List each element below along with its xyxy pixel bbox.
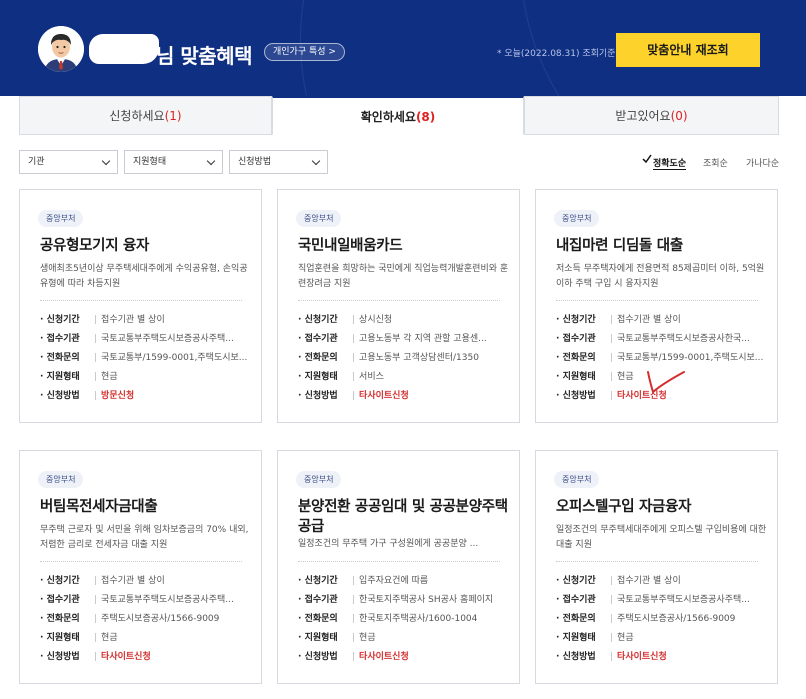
refresh-button[interactable]: 맞춤안내 재조회	[616, 33, 760, 67]
benefit-card[interactable]: 중앙부처 오피스텔구입 자금융자 일정조건의 무주택세대주에게 오피스텔 구입비…	[535, 450, 778, 684]
chevron-down-icon	[311, 156, 321, 166]
info-phone: 전화문의|국토교통부/1599-0001,주택도시보...	[556, 349, 771, 368]
header-banner: 님 맞춤혜택 개인가구 특성 > * 오늘(2022.08.31) 조회기준 맞…	[0, 0, 806, 96]
benefit-card[interactable]: 중앙부처 공유형모기지 융자 생애최초5년이상 무주택세대주에게 수익공유형, …	[19, 189, 262, 423]
divider	[298, 561, 500, 562]
benefit-card[interactable]: 중앙부처 버팀목전세자금대출 무주택 근로자 및 서민을 위해 임차보증금의 7…	[19, 450, 262, 684]
info-agency: 접수기관|국토교통부주택도시보증공사주택...	[40, 330, 255, 349]
card-title[interactable]: 내집마련 디딤돌 대출	[556, 236, 766, 256]
card-title[interactable]: 분양전환 공공임대 및 공공분양주택공급	[298, 497, 508, 537]
tab-count: (8)	[415, 110, 436, 124]
handwritten-check-mark	[647, 371, 685, 394]
user-avatar-icon	[38, 26, 84, 72]
card-description: 생애최초5년이상 무주택세대주에게 수익공유형, 손익공유형에 따라 차등지원	[40, 264, 248, 289]
tab-label: 받고있어요	[615, 109, 671, 123]
category-tag: 중앙부처	[554, 210, 600, 227]
avatar	[38, 26, 84, 72]
card-info: 신청기간|접수기관 별 상이 접수기관|국토교통부주택도시보증공사주택... 전…	[40, 572, 255, 667]
category-tag: 중앙부처	[296, 210, 342, 227]
sort-alphabetical[interactable]: 가나다순	[746, 156, 779, 169]
apply-method-filter-select[interactable]: 신청방법	[229, 150, 328, 174]
card-info: 신청기간|접수기관 별 상이 접수기관|국토교통부주택도시보증공사주택... 전…	[40, 311, 255, 406]
tab-label: 신청하세요	[109, 109, 165, 123]
divider	[40, 300, 242, 301]
sort-accuracy[interactable]: 정확도순	[653, 156, 687, 170]
info-period: 신청기간|상시신청	[298, 311, 513, 330]
category-tag: 중앙부처	[296, 471, 342, 488]
sort-views[interactable]: 조회순	[703, 156, 728, 169]
info-period: 신청기간|접수기관 별 상이	[40, 572, 255, 591]
info-type: 지원형태|서비스	[298, 368, 513, 387]
check-icon	[642, 154, 652, 164]
card-description: 무주택 근로자 및 서민을 위해 임차보증금의 70% 내외, 저렴한 금리로 …	[40, 525, 249, 550]
benefit-card[interactable]: 중앙부처 국민내일배움카드 직업훈련을 희망하는 국민에게 직업능력개발훈련비와…	[277, 189, 520, 423]
agency-filter-select[interactable]: 기관	[19, 150, 118, 174]
card-description: 일정조건의 무주택세대주에게 오피스텔 구입비용에 대한 대출 지원	[556, 525, 767, 550]
info-agency: 접수기관|고용노동부 각 지역 관할 고용센...	[298, 330, 513, 349]
select-value: 지원형태	[133, 157, 167, 167]
info-method: 신청방법|방문신청	[40, 387, 255, 406]
info-method: 신청방법|타사이트신청	[556, 648, 771, 667]
info-period: 신청기간|접수기관 별 상이	[40, 311, 255, 330]
select-value: 기관	[28, 157, 45, 167]
household-profile-link[interactable]: 개인가구 특성 >	[264, 43, 345, 61]
redacted-name	[89, 34, 159, 64]
divider	[298, 300, 500, 301]
tab-count: (1)	[164, 109, 182, 123]
info-phone: 전화문의|고용노동부 고객상담센터/1350	[298, 349, 513, 368]
info-method: 신청방법|타사이트신청	[298, 648, 513, 667]
tab-check[interactable]: 확인하세요(8)	[272, 96, 524, 135]
tab-count: (0)	[670, 109, 688, 123]
info-agency: 접수기관|한국토지주택공사 SH공사 홈페이지	[298, 591, 513, 610]
info-agency: 접수기관|국토교통부주택도시보증공사주택...	[556, 591, 771, 610]
query-date-text: * 오늘(2022.08.31) 조회기준	[497, 49, 616, 59]
info-type: 지원형태|현금	[556, 629, 771, 648]
category-tag: 중앙부처	[38, 471, 84, 488]
info-type: 지원형태|현금	[40, 629, 255, 648]
card-title[interactable]: 오피스텔구입 자금융자	[556, 497, 766, 517]
chevron-down-icon	[101, 156, 111, 166]
info-agency: 접수기관|국토교통부주택도시보증공사주택...	[40, 591, 255, 610]
info-period: 신청기간|입주자요건에 따름	[298, 572, 513, 591]
card-description: 저소득 무주택자에게 전용면적 85제곱미터 이하, 5억원 이하 주택 구입 …	[556, 264, 765, 289]
info-type: 지원형태|현금	[298, 629, 513, 648]
info-phone: 전화문의|주택도시보증공사/1566-9009	[556, 610, 771, 629]
card-description: 직업훈련을 희망하는 국민에게 직업능력개발훈련비와 훈련장려금 지원	[298, 264, 509, 289]
page-title: 님 맞춤혜택	[156, 44, 252, 68]
benefit-card[interactable]: 중앙부처 분양전환 공공임대 및 공공분양주택공급 일정조건의 무주택 가구 구…	[277, 450, 520, 684]
info-method: 신청방법|타사이트신청	[40, 648, 255, 667]
category-tag: 중앙부처	[554, 471, 600, 488]
info-method: 신청방법|타사이트신청	[298, 387, 513, 406]
card-info: 신청기간|입주자요건에 따름 접수기관|한국토지주택공사 SH공사 홈페이지 전…	[298, 572, 513, 667]
support-type-filter-select[interactable]: 지원형태	[124, 150, 223, 174]
info-period: 신청기간|접수기관 별 상이	[556, 311, 771, 330]
card-title[interactable]: 버팀목전세자금대출	[40, 497, 250, 517]
info-period: 신청기간|접수기관 별 상이	[556, 572, 771, 591]
chevron-down-icon	[206, 156, 216, 166]
divider	[556, 561, 758, 562]
info-phone: 전화문의|국토교통부/1599-0001,주택도시보...	[40, 349, 255, 368]
info-type: 지원형태|현금	[40, 368, 255, 387]
card-info: 신청기간|접수기관 별 상이 접수기관|국토교통부주택도시보증공사주택... 전…	[556, 572, 771, 667]
category-tag: 중앙부처	[38, 210, 84, 227]
card-description: 일정조건의 무주택 가구 구성원에게 공공분양 ...	[298, 539, 479, 549]
tab-label: 확인하세요	[360, 110, 416, 124]
divider	[40, 561, 242, 562]
info-phone: 전화문의|한국토지주택공사/1600-1004	[298, 610, 513, 629]
card-title[interactable]: 공유형모기지 융자	[40, 236, 250, 256]
tab-bar: 신청하세요(1) 확인하세요(8) 받고있어요(0)	[19, 96, 779, 135]
info-phone: 전화문의|주택도시보증공사/1566-9009	[40, 610, 255, 629]
tab-apply[interactable]: 신청하세요(1)	[19, 96, 272, 135]
card-info: 신청기간|상시신청 접수기관|고용노동부 각 지역 관할 고용센... 전화문의…	[298, 311, 513, 406]
info-agency: 접수기관|국토교통부주택도시보증공사한국...	[556, 330, 771, 349]
select-value: 신청방법	[238, 157, 272, 167]
card-title[interactable]: 국민내일배움카드	[298, 236, 508, 256]
divider	[556, 300, 758, 301]
tab-receiving[interactable]: 받고있어요(0)	[524, 96, 779, 135]
